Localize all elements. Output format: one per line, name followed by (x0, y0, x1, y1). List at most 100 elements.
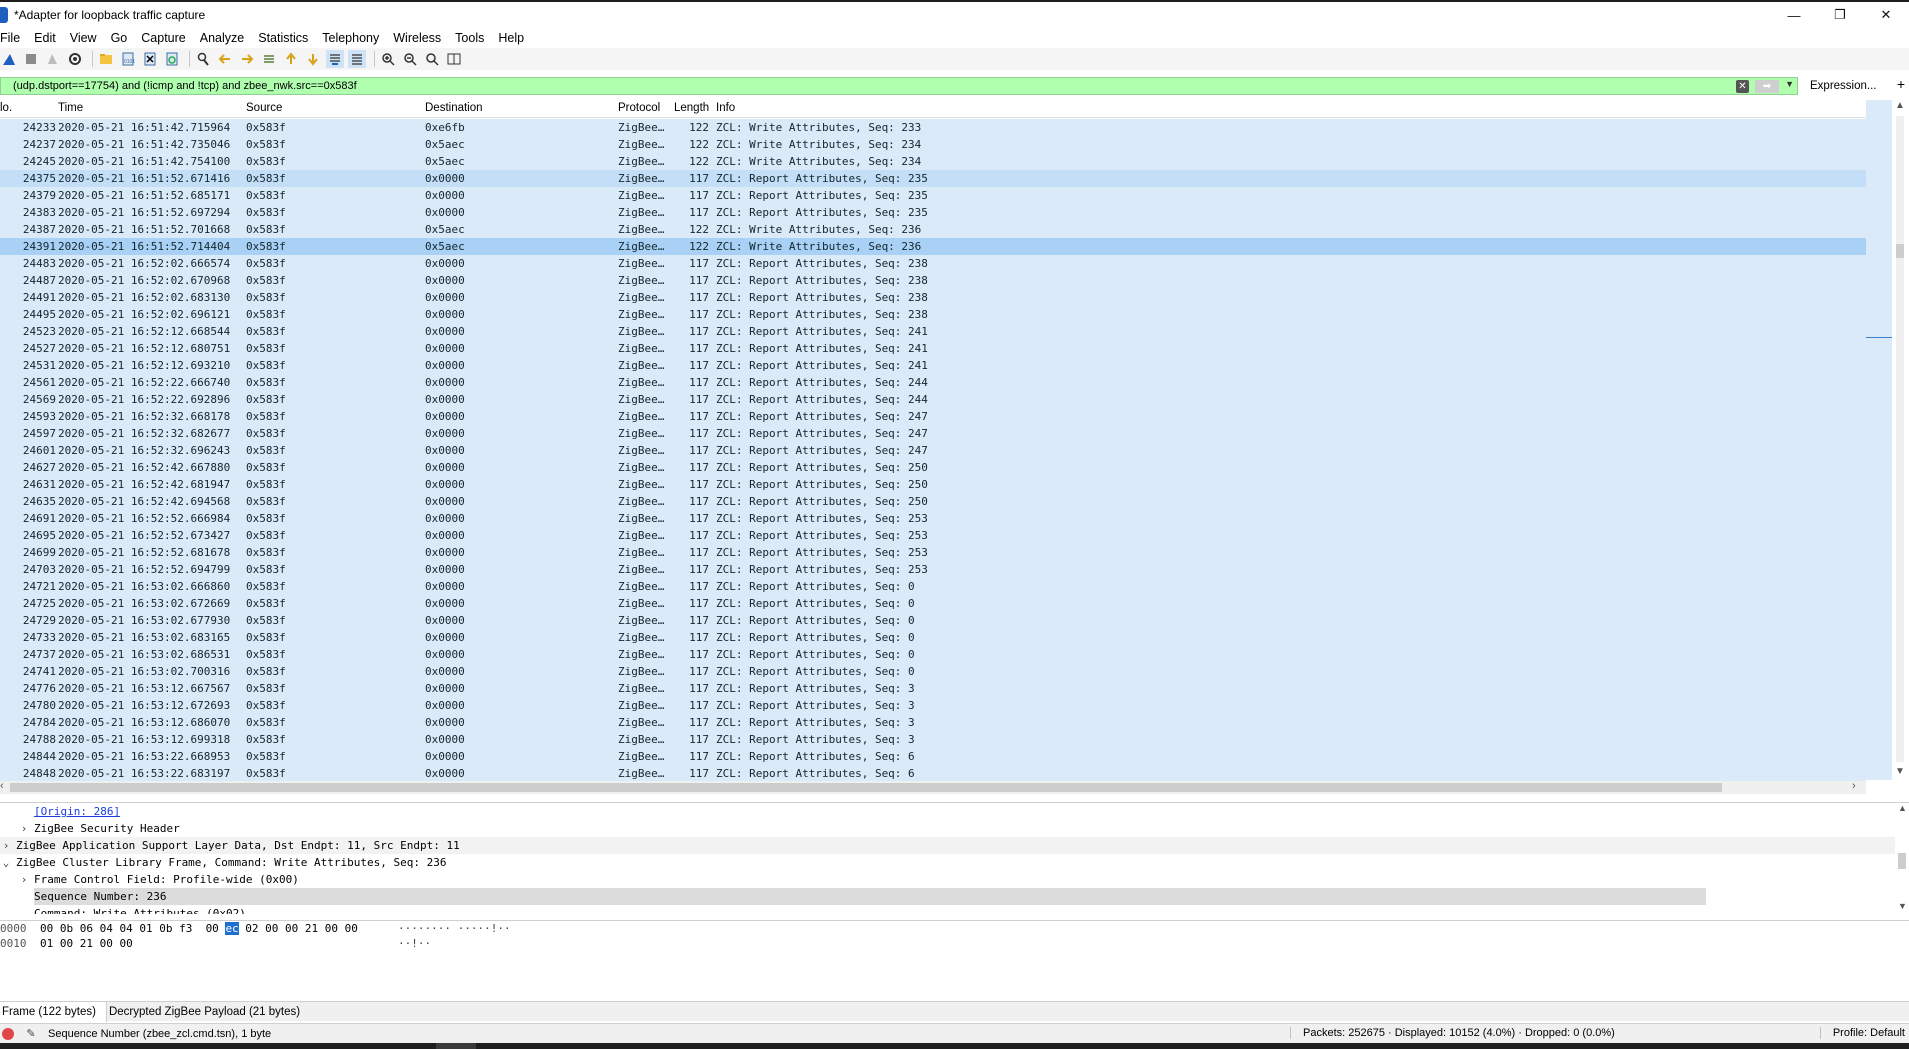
packet-row[interactable]: 24776 2020-05-21 16:53:12.667567 0x583f 0x0… (0, 680, 1866, 697)
packet-row[interactable]: 24593 2020-05-21 16:52:32.668178 0x583f 0x0… (0, 408, 1866, 425)
details-tree-item[interactable]: ⌄ ZigBee Cluster Library Frame, Command: … (0, 854, 1909, 871)
column-header-destination[interactable]: Destination (425, 102, 483, 114)
packet-list-vertical-scrollbar[interactable]: ▲ ▼ (1866, 100, 1909, 780)
minimize-button[interactable]: — (1771, 2, 1817, 28)
open-folder-icon[interactable] (97, 50, 115, 68)
packet-row[interactable]: 24788 2020-05-21 16:53:12.699318 0x583f 0x0… (0, 731, 1866, 748)
packet-row[interactable]: 24691 2020-05-21 16:52:52.666984 0x583f 0x0… (0, 510, 1866, 527)
menu-edit[interactable]: Edit (34, 31, 64, 45)
zoom-out-icon[interactable] (401, 50, 419, 68)
close-file-icon[interactable] (141, 50, 159, 68)
packet-row[interactable]: 24631 2020-05-21 16:52:42.681947 0x583f 0x0… (0, 476, 1866, 493)
close-button[interactable]: ✕ (1863, 2, 1909, 28)
scroll-thumb[interactable] (1896, 244, 1904, 258)
collapsed-chevron-icon[interactable]: › (18, 820, 30, 837)
hex-dump-row[interactable]: 0010 01 00 21 00 00 ··!·· (0, 936, 1909, 951)
forward-arrow-icon[interactable] (238, 50, 256, 68)
packet-row[interactable]: 24387 2020-05-21 16:51:52.701668 0x583f 0x5… (0, 221, 1866, 238)
packet-row[interactable]: 24531 2020-05-21 16:52:12.693210 0x583f 0x0… (0, 357, 1866, 374)
scroll-down-icon[interactable]: ▼ (1895, 766, 1905, 777)
menu-file[interactable]: File (0, 31, 28, 45)
packet-row[interactable]: 24375 2020-05-21 16:51:52.671416 0x583f 0x0… (0, 170, 1866, 187)
restart-icon[interactable] (44, 50, 62, 68)
packet-row[interactable]: 24601 2020-05-21 16:52:32.696243 0x583f 0x0… (0, 442, 1866, 459)
menu-analyze[interactable]: Analyze (200, 31, 252, 45)
shark-fin-start-icon[interactable] (0, 50, 18, 68)
packet-row[interactable]: 24391 2020-05-21 16:51:52.714404 0x583f 0x5… (0, 238, 1866, 255)
packet-row[interactable]: 24699 2020-05-21 16:52:52.681678 0x583f 0x0… (0, 544, 1866, 561)
packet-minimap[interactable] (1866, 100, 1892, 780)
column-header-info[interactable]: Info (716, 102, 735, 114)
autoscroll-icon[interactable] (326, 50, 344, 68)
details-scrollbar[interactable]: ▲ ▼ (1895, 803, 1909, 914)
tab-decrypted-payload[interactable]: Decrypted ZigBee Payload (21 bytes) (107, 1002, 310, 1022)
packet-row[interactable]: 24635 2020-05-21 16:52:42.694568 0x583f 0x0… (0, 493, 1866, 510)
menu-go[interactable]: Go (111, 31, 136, 45)
ascii-bytes[interactable]: ··!·· (398, 936, 431, 951)
save-file-icon[interactable]: 0101 (119, 50, 137, 68)
packet-row[interactable]: 24245 2020-05-21 16:51:42.754100 0x583f 0x5… (0, 153, 1866, 170)
zoom-normal-icon[interactable] (423, 50, 441, 68)
packet-row[interactable]: 24780 2020-05-21 16:53:12.672693 0x583f 0x0… (0, 697, 1866, 714)
filter-history-dropdown-icon[interactable]: ▼ (1785, 79, 1794, 89)
details-tree-item[interactable]: › Frame Control Field: Profile-wide (0x00… (0, 871, 1909, 888)
resize-columns-icon[interactable] (445, 50, 463, 68)
scroll-right-icon[interactable]: › (1852, 780, 1856, 792)
expression-button[interactable]: Expression... (1810, 80, 1876, 92)
expanded-chevron-icon[interactable]: ⌄ (0, 854, 12, 871)
last-packet-icon[interactable] (304, 50, 322, 68)
column-header-source[interactable]: Source (246, 102, 282, 114)
goto-packet-icon[interactable] (260, 50, 278, 68)
collapsed-chevron-icon[interactable]: › (0, 837, 12, 854)
menu-help[interactable]: Help (498, 31, 532, 45)
zoom-in-icon[interactable] (379, 50, 397, 68)
column-header-no[interactable]: lo. (0, 102, 12, 114)
details-tree-item[interactable]: Command: Write Attributes (0x02) (0, 905, 1909, 914)
packet-row[interactable]: 24737 2020-05-21 16:53:02.686531 0x583f 0x0… (0, 646, 1866, 663)
details-tree-item[interactable]: › ZigBee Security Header (0, 820, 1909, 837)
packet-row[interactable]: 24569 2020-05-21 16:52:22.692896 0x583f 0x0… (0, 391, 1866, 408)
hex-bytes[interactable]: 01 00 21 00 00 (40, 936, 133, 951)
expert-info-icon[interactable] (2, 1027, 14, 1040)
hex-dump-row[interactable]: 0000 00 0b 06 04 04 01 0b f3 00 ec 02 00 … (0, 921, 1909, 936)
menu-telephony[interactable]: Telephony (322, 31, 387, 45)
menu-wireless[interactable]: Wireless (393, 31, 449, 45)
details-tree-item[interactable]: › ZigBee Application Support Layer Data, … (0, 837, 1909, 854)
packet-row[interactable]: 24741 2020-05-21 16:53:02.700316 0x583f 0x0… (0, 663, 1866, 680)
capture-comment-icon[interactable]: ✎ (24, 1027, 38, 1040)
packet-row[interactable]: 24703 2020-05-21 16:52:52.694799 0x583f 0x0… (0, 561, 1866, 578)
packet-row[interactable]: 24523 2020-05-21 16:52:12.668544 0x583f 0x0… (0, 323, 1866, 340)
packet-row[interactable]: 24784 2020-05-21 16:53:12.686070 0x583f 0x0… (0, 714, 1866, 731)
ascii-bytes[interactable]: ········ ·····!·· (398, 921, 511, 936)
details-scroll-thumb[interactable] (1898, 853, 1906, 869)
packet-row[interactable]: 24848 2020-05-21 16:53:22.683197 0x583f 0x0… (0, 765, 1866, 782)
collapsed-chevron-icon[interactable]: › (18, 871, 30, 888)
hex-bytes[interactable]: 00 0b 06 04 04 01 0b f3 00 ec 02 00 00 2… (40, 921, 358, 936)
packet-row[interactable]: 24237 2020-05-21 16:51:42.735046 0x583f 0x5… (0, 136, 1866, 153)
maximize-button[interactable]: ❐ (1817, 2, 1863, 28)
packet-row[interactable]: 24383 2020-05-21 16:51:52.697294 0x583f 0x0… (0, 204, 1866, 221)
scroll-up-icon[interactable]: ▲ (1895, 100, 1905, 111)
add-filter-button[interactable]: + (1897, 76, 1905, 92)
menu-capture[interactable]: Capture (141, 31, 193, 45)
packet-row[interactable]: 24561 2020-05-21 16:52:22.666740 0x583f 0x0… (0, 374, 1866, 391)
first-packet-icon[interactable] (282, 50, 300, 68)
details-scroll-down-icon[interactable]: ▼ (1898, 901, 1907, 911)
colorize-icon[interactable] (348, 50, 366, 68)
tab-frame-bytes[interactable]: Frame (122 bytes) (0, 1001, 107, 1022)
packet-row[interactable]: 24495 2020-05-21 16:52:02.696121 0x583f 0x0… (0, 306, 1866, 323)
packet-row[interactable]: 24483 2020-05-21 16:52:02.666574 0x583f 0x0… (0, 255, 1866, 272)
column-header-length[interactable]: Length (674, 102, 709, 114)
details-tree-item[interactable]: Sequence Number: 236 (0, 888, 1909, 905)
packet-row[interactable]: 24527 2020-05-21 16:52:12.680751 0x583f 0x0… (0, 340, 1866, 357)
hscroll-thumb[interactable] (10, 783, 1722, 792)
details-tree-item[interactable]: [Origin: 286] (0, 803, 1909, 820)
apply-filter-icon[interactable]: ➡ (1755, 79, 1779, 93)
packet-row[interactable]: 24487 2020-05-21 16:52:02.670968 0x583f 0x0… (0, 272, 1866, 289)
packet-row[interactable]: 24695 2020-05-21 16:52:52.673427 0x583f 0x0… (0, 527, 1866, 544)
status-profile[interactable]: Profile: Default (1819, 1027, 1905, 1039)
packet-row[interactable]: 24379 2020-05-21 16:51:52.685171 0x583f 0x0… (0, 187, 1866, 204)
packet-row[interactable]: 24733 2020-05-21 16:53:02.683165 0x583f 0x0… (0, 629, 1866, 646)
packet-row[interactable]: 24844 2020-05-21 16:53:22.668953 0x583f 0x0… (0, 748, 1866, 765)
display-filter-input[interactable]: (udp.dstport==17754) and (!icmp and !tcp… (0, 76, 1798, 95)
